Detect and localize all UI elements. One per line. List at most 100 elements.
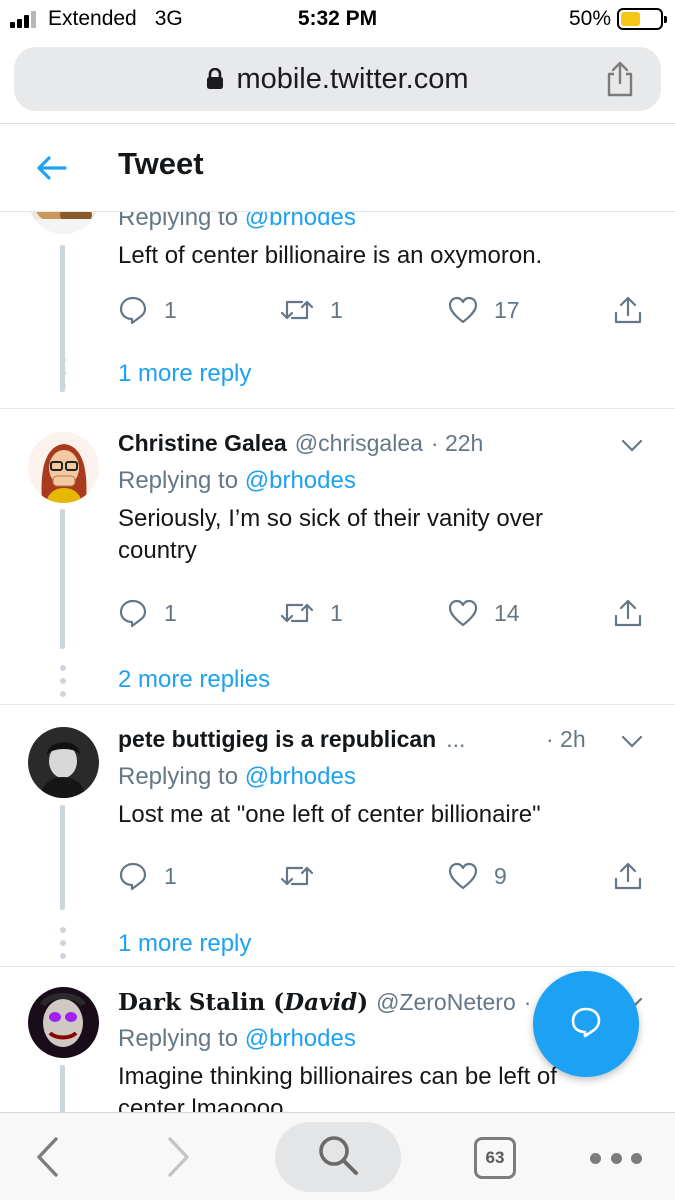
avatar[interactable] <box>28 212 99 234</box>
status-bar: Extended 3G 5:32 PM 50% <box>0 0 675 40</box>
reply-icon <box>118 861 148 891</box>
search-button[interactable] <box>275 1122 401 1192</box>
tweet-time: · 2h <box>546 726 586 752</box>
author-row: pete buttigieg is a republican ... <box>118 726 545 753</box>
avatar[interactable] <box>28 432 99 503</box>
author-row: Dark Stalin (David) @ZeroNetero · <box>118 989 555 1016</box>
chevron-down-icon[interactable] <box>621 735 643 749</box>
thread-line <box>60 805 65 910</box>
author-name-ellipsis: ... <box>446 726 466 752</box>
share-tweet-button[interactable] <box>613 597 643 629</box>
replying-to: Replying to @brhodes <box>118 763 356 791</box>
compose-reply-button[interactable] <box>533 971 639 1077</box>
author-name[interactable]: pete buttigieg is a republican <box>118 726 436 753</box>
lock-icon <box>206 68 224 90</box>
back-arrow-icon[interactable] <box>34 150 70 186</box>
more-replies-link[interactable]: 2 more replies <box>118 666 270 694</box>
chevron-down-icon[interactable] <box>621 439 643 453</box>
reply-tweet[interactable]: pete buttigieg is a republican ... · 2h … <box>0 705 675 967</box>
page-title: Tweet <box>118 146 204 181</box>
reply-icon <box>118 295 148 325</box>
reply-count: 1 <box>164 296 177 323</box>
battery-percent: 50% <box>568 7 611 30</box>
share-tweet-button[interactable] <box>613 860 643 892</box>
replying-to-prefix: Replying to <box>118 212 239 231</box>
reply-tweet[interactable]: Christine Galea @chrisgalea · 22h Replyi… <box>0 409 675 704</box>
reply-button[interactable]: 1 <box>118 294 177 326</box>
author-name-emphasis: David <box>284 989 358 1016</box>
forward-arrow-icon[interactable] <box>166 1135 192 1179</box>
retweet-icon <box>280 296 314 324</box>
retweet-count: 1 <box>330 599 343 626</box>
share-tweet-button[interactable] <box>613 294 643 326</box>
author-name[interactable]: Dark Stalin (David) <box>118 989 368 1016</box>
heart-icon <box>448 599 478 627</box>
thread-line <box>60 1065 65 1112</box>
share-icon <box>613 295 643 325</box>
replying-to: Replying to @brhodes <box>118 212 356 232</box>
tweet-text: Seriously, I’m so sick of their vanity o… <box>118 505 544 564</box>
tweet-text: Imagine thinking billionaires can be lef… <box>118 1063 557 1112</box>
avatar[interactable] <box>28 727 99 798</box>
more-replies-link[interactable]: 1 more reply <box>118 930 251 958</box>
thread-dots <box>60 357 66 396</box>
replying-to-mention[interactable]: @brhodes <box>245 467 356 494</box>
replying-to: Replying to @brhodes <box>118 467 356 495</box>
more-replies-link[interactable]: 1 more reply <box>118 360 251 388</box>
status-bar-right: 50% <box>568 7 667 31</box>
replying-to: Replying to @brhodes <box>118 1025 356 1053</box>
tweet-actions: 1 9 <box>118 860 658 892</box>
address-bar[interactable]: mobile.twitter.com <box>14 47 661 111</box>
thread-dots <box>60 665 66 704</box>
retweet-button[interactable]: 1 <box>280 294 343 326</box>
reply-count: 1 <box>164 862 177 889</box>
thread-line <box>60 509 65 649</box>
share-icon[interactable] <box>603 61 637 97</box>
like-button[interactable]: 17 <box>448 294 520 326</box>
author-name-suffix: ) <box>357 989 369 1016</box>
author-row: Christine Galea @chrisgalea · 22h <box>118 430 605 457</box>
browser-toolbar: 63 <box>0 1112 675 1200</box>
retweet-count: 1 <box>330 296 343 323</box>
replying-to-mention[interactable]: @brhodes <box>245 1025 356 1052</box>
battery-level <box>621 12 640 26</box>
more-icon[interactable] <box>590 1153 642 1165</box>
page-header: Tweet <box>0 124 675 212</box>
replying-to-mention[interactable]: @brhodes <box>245 763 356 790</box>
replying-to-prefix: Replying to <box>118 763 239 790</box>
url-text[interactable]: mobile.twitter.com <box>236 63 468 96</box>
like-count: 14 <box>494 599 520 626</box>
compose-reply-icon <box>569 1005 603 1044</box>
battery-icon <box>617 8 667 30</box>
tweet-time: · 22h <box>430 430 484 456</box>
like-button[interactable]: 9 <box>448 860 507 892</box>
author-name-prefix: Dark Stalin ( <box>118 989 285 1016</box>
tweet-time: · <box>523 989 532 1015</box>
tweet-actions: 1 1 17 <box>118 294 658 326</box>
tabs-icon[interactable]: 63 <box>474 1137 516 1179</box>
retweet-icon <box>280 599 314 627</box>
reply-button[interactable]: 1 <box>118 860 177 892</box>
search-icon <box>316 1133 360 1182</box>
retweet-button[interactable] <box>280 860 330 892</box>
tweet-text: Left of center billionaire is an oxymoro… <box>118 242 543 269</box>
address-bar-content[interactable]: mobile.twitter.com <box>14 47 661 111</box>
tweet-text: Lost me at "one left of center billionai… <box>118 801 541 828</box>
heart-icon <box>448 862 478 890</box>
share-icon <box>613 598 643 628</box>
retweet-icon <box>280 862 314 890</box>
replying-to-prefix: Replying to <box>118 1025 239 1052</box>
share-icon <box>613 861 643 891</box>
like-button[interactable]: 14 <box>448 597 520 629</box>
reply-tweet[interactable]: Replying to @brhodes Left of center bill… <box>0 212 675 408</box>
reply-button[interactable]: 1 <box>118 597 177 629</box>
replying-to-mention[interactable]: @brhodes <box>245 212 356 231</box>
author-name[interactable]: Christine Galea <box>118 430 287 457</box>
like-count: 9 <box>494 862 507 889</box>
retweet-button[interactable]: 1 <box>280 597 343 629</box>
reply-icon <box>118 598 148 628</box>
author-handle[interactable]: @ZeroNetero <box>376 989 516 1016</box>
avatar[interactable] <box>28 987 99 1058</box>
back-arrow-icon[interactable] <box>34 1135 60 1179</box>
author-handle[interactable]: @chrisgalea <box>295 430 423 457</box>
